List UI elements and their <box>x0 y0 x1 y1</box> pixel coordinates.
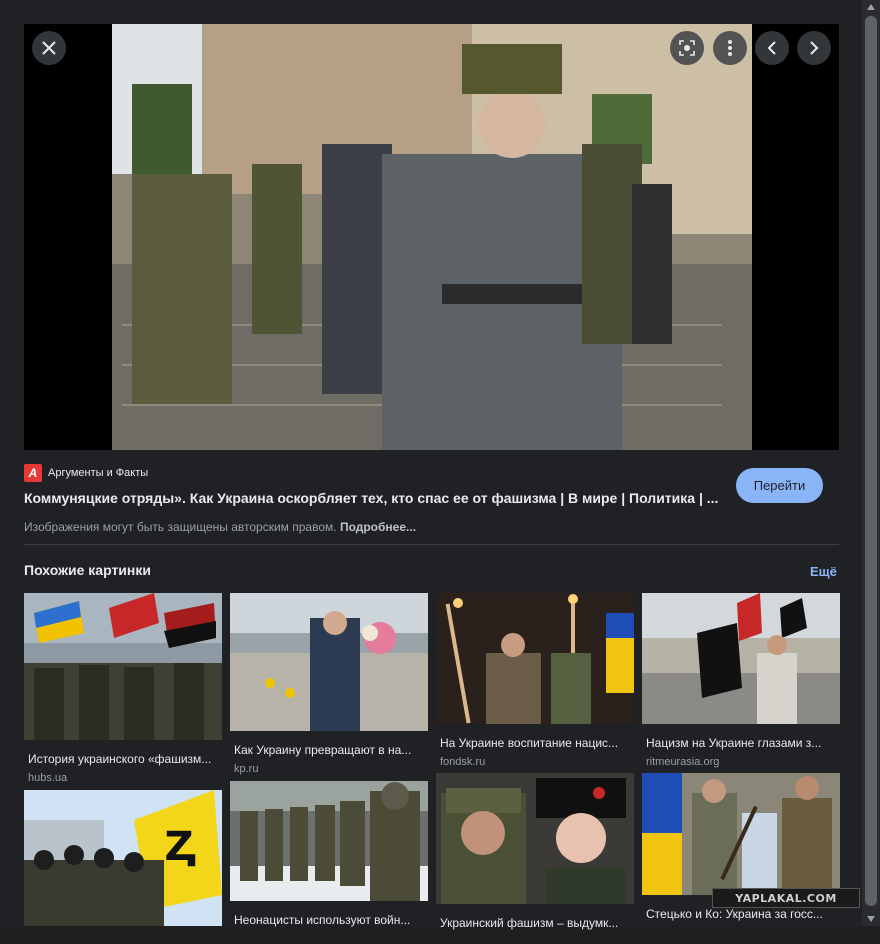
similar-card-source: ritmeurasia.org <box>646 756 720 768</box>
similar-thumbnail[interactable] <box>230 781 428 901</box>
preview-title-link[interactable]: Коммуняцкие отряды». Как Украина оскорбл… <box>24 490 724 506</box>
similar-card[interactable]: Нацизм на Украине глазами з... ritmeuras… <box>642 593 840 768</box>
similar-thumbnail[interactable] <box>642 773 840 895</box>
more-vert-icon <box>727 39 733 57</box>
source-row[interactable]: А Аргументы и Факты <box>24 464 148 482</box>
similar-card[interactable]: История украинского «фашизм... hubs.ua <box>24 593 222 784</box>
similar-card-title: Как Украину превращают в на... <box>234 743 412 757</box>
previous-button[interactable] <box>755 31 789 65</box>
copyright-notice: Изображения могут быть защищены авторски… <box>24 520 416 534</box>
similar-card[interactable]: На Украине воспитание нацис... fondsk.ru <box>436 593 634 768</box>
scroll-thumb[interactable] <box>865 16 877 906</box>
scroll-up-icon[interactable] <box>867 4 875 10</box>
chevron-left-icon <box>767 41 777 55</box>
watermark: YAPLAKAL.COM <box>712 888 860 908</box>
learn-more-link[interactable]: Подробнее... <box>340 520 416 534</box>
similar-card-source: hubs.ua <box>28 772 68 784</box>
preview-image[interactable] <box>112 24 752 450</box>
source-name[interactable]: Аргументы и Факты <box>48 467 148 479</box>
svg-text:Ⱬ: Ⱬ <box>164 824 195 870</box>
similar-thumbnail[interactable] <box>436 773 634 904</box>
similar-card[interactable]: Неонацисты используют войн... <box>230 781 428 933</box>
similar-card-title: На Украине воспитание нацис... <box>440 736 619 750</box>
lens-button[interactable] <box>670 31 704 65</box>
similar-thumbnail[interactable] <box>436 593 634 724</box>
scroll-down-icon[interactable] <box>867 916 875 922</box>
chevron-right-icon <box>809 41 819 55</box>
source-logo: А <box>24 464 42 482</box>
similar-card[interactable]: Украинский фашизм – выдумк... <box>436 773 634 936</box>
similar-card-title: История украинского «фашизм... <box>28 752 212 766</box>
similar-images-heading: Похожие картинки <box>24 562 151 578</box>
similar-thumbnail[interactable] <box>642 593 840 724</box>
similar-card[interactable]: Ⱬ <box>24 790 222 944</box>
similar-card-source: kp.ru <box>234 763 259 775</box>
similar-thumbnail[interactable] <box>24 593 222 740</box>
similar-thumbnail[interactable]: Ⱬ <box>24 790 222 926</box>
copyright-text: Изображения могут быть защищены авторски… <box>24 520 337 534</box>
lens-icon <box>678 39 696 57</box>
visit-button[interactable]: Перейти <box>736 468 823 503</box>
image-viewer-panel: А Аргументы и Факты Коммуняцкие отряды».… <box>0 0 862 930</box>
more-link[interactable]: Ещё <box>810 564 837 579</box>
next-button[interactable] <box>797 31 831 65</box>
similar-card[interactable]: Как Украину превращают в на... kp.ru <box>230 593 428 775</box>
similar-thumbnail[interactable] <box>230 593 428 731</box>
preview-image-container <box>24 24 839 450</box>
divider <box>24 544 839 545</box>
more-options-button[interactable] <box>713 31 747 65</box>
scrollbar[interactable] <box>862 0 880 926</box>
similar-card-title: Стецько и Ко: Украина за госс... <box>646 907 823 921</box>
close-icon <box>41 40 57 56</box>
similar-card-title: Украинский фашизм – выдумк... <box>440 916 619 930</box>
similar-card-title: Неонацисты используют войн... <box>234 913 411 927</box>
similar-card-source: fondsk.ru <box>440 756 486 768</box>
close-button[interactable] <box>32 31 66 65</box>
similar-card-title: Нацизм на Украине глазами з... <box>646 736 822 750</box>
